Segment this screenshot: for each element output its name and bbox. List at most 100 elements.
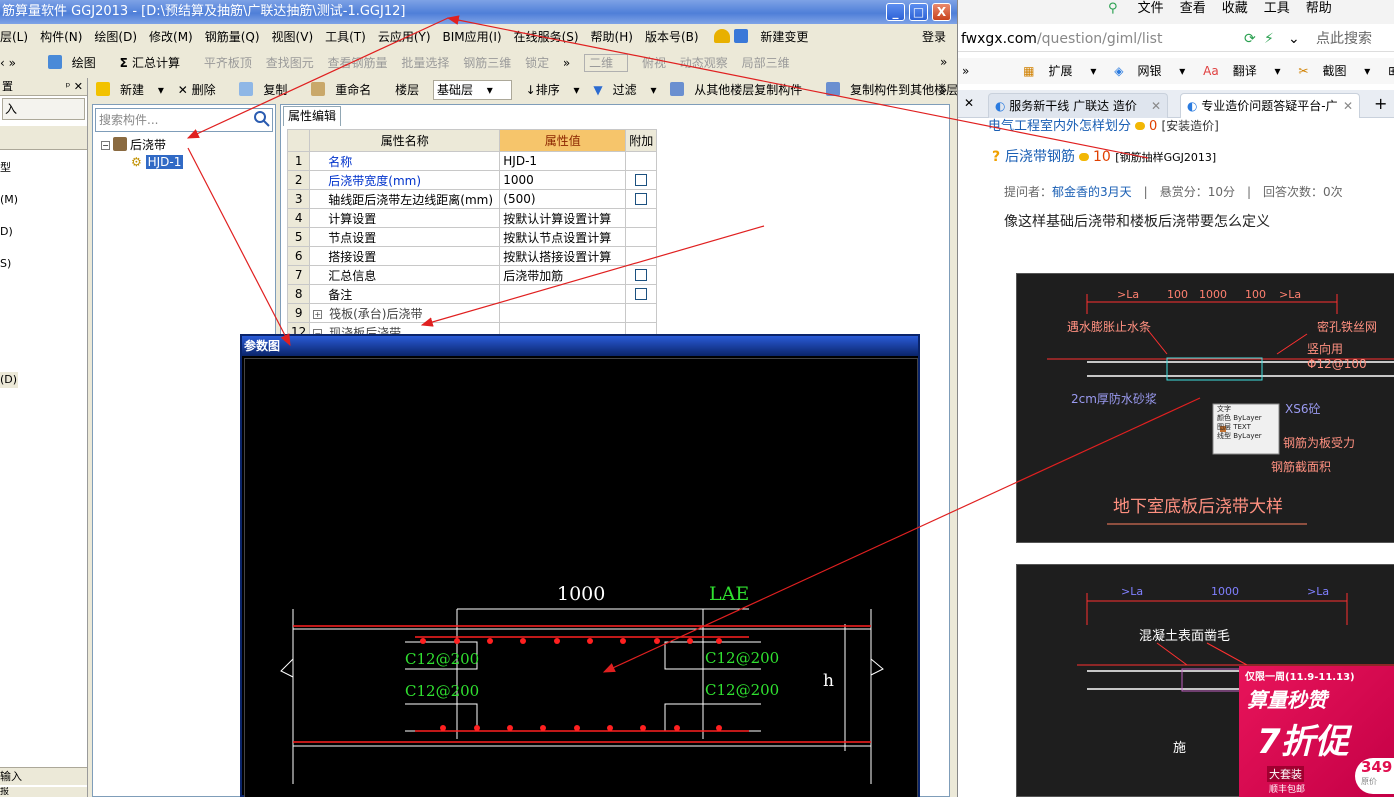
sidebar-toggle-icon[interactable]: » <box>962 64 969 78</box>
dynamic-view-button[interactable]: 动态观察 <box>680 50 728 76</box>
browser-menu-view[interactable]: 查看 <box>1180 1 1206 16</box>
tab-close-icon[interactable]: ✕ <box>964 96 974 110</box>
module-nav-bottom-input[interactable]: 输入 <box>0 767 87 785</box>
app-title-bar[interactable]: 筋算量软件 GGJ2013 - [D:\预结算及抽筋\广联达抽筋\测试-1.GG… <box>0 0 957 24</box>
new-tab-icon[interactable]: + <box>1374 94 1387 113</box>
module-nav-item[interactable]: S) <box>0 248 87 280</box>
maximize-button[interactable]: □ <box>909 3 928 21</box>
expand-icon[interactable]: + <box>313 309 323 319</box>
menu-cloud[interactable]: 云应用(Y) <box>378 26 431 48</box>
tab-property-edit[interactable]: 属性编辑 <box>283 106 342 126</box>
batch-select-button[interactable]: 批量选择 <box>401 50 449 76</box>
menu-view[interactable]: 视图(V) <box>272 26 314 48</box>
extra-checkbox[interactable] <box>635 288 648 300</box>
copy-to-floor-button[interactable]: 复制构件到其他楼层 <box>826 77 957 103</box>
refresh-icon[interactable]: ⟳ <box>1244 26 1256 52</box>
promo-banner[interactable]: 仅限一周(11.9-11.13) 算量秒赞 7折促 大套装 顺丰包邮 349 原… <box>1239 666 1394 797</box>
user-icon[interactable]: ⚲ <box>1108 1 1118 16</box>
module-nav-item-selected[interactable]: (D) <box>0 372 18 388</box>
question-link[interactable]: ? 后浇带钢筋 10 [钢筋抽样GGJ2013] <box>992 147 1216 167</box>
delete-button[interactable]: ✕ 删除 <box>178 77 226 103</box>
browser-menu-favorites[interactable]: 收藏 <box>1222 1 1248 16</box>
property-row[interactable]: 9 + 筏板(承台)后浇带 <box>286 303 658 323</box>
module-nav-item[interactable]: 型 <box>0 152 87 184</box>
prop-value[interactable]: 按默认计算设置计算 <box>499 208 627 228</box>
bank-button[interactable]: ◈ 网银 ▾ <box>1114 64 1185 78</box>
games-button[interactable]: ⊞游戏 ▾ <box>1388 64 1394 78</box>
minimize-button[interactable]: _ <box>886 3 905 21</box>
property-row[interactable]: 1 名称 HJD-1 <box>286 151 658 171</box>
view-mode-select[interactable]: 二维 <box>584 54 629 72</box>
module-nav-bottom-report[interactable]: 报 <box>0 787 87 797</box>
tree-node-post-cast-strip[interactable]: − 后浇带 <box>101 137 183 154</box>
menu-help[interactable]: 帮助(H) <box>591 26 633 48</box>
find-element-button[interactable]: 查找图元 <box>266 50 314 76</box>
menu-modify[interactable]: 修改(M) <box>149 26 193 48</box>
tree-node-hjd1[interactable]: ⚙ HJD-1 <box>101 154 184 171</box>
helmet-icon[interactable] <box>714 29 731 43</box>
sum-button[interactable]: Σ 汇总计算 <box>120 50 190 76</box>
asker-link[interactable]: 郁金香的3月天 <box>1052 185 1132 199</box>
search-hint[interactable]: 点此搜索 <box>1316 26 1372 52</box>
property-row[interactable]: 2 后浇带宽度(mm) 1000 <box>286 170 658 190</box>
browser-menu-file[interactable]: 文件 <box>1138 1 1164 16</box>
login-link[interactable]: 登录 <box>922 26 946 48</box>
browser-tab-active[interactable]: ◐ 专业造价问题答疑平台-广 ✕ <box>1180 93 1360 118</box>
menu-version[interactable]: 版本号(B) <box>645 26 699 48</box>
extra-checkbox[interactable] <box>635 269 648 281</box>
browser-menu-help[interactable]: 帮助 <box>1306 1 1332 16</box>
param-dialog-title[interactable]: 参数图 <box>242 336 918 356</box>
extensions-button[interactable]: ▦ 扩展 ▾ <box>1023 64 1096 78</box>
copy-button[interactable]: 复制 <box>239 77 297 103</box>
tab-close-icon[interactable]: ✕ <box>1151 94 1161 118</box>
cad-image-basement-strip[interactable]: >La 100 1000 100 >La 遇水膨胀止水条 密孔铁丝网 竖向用Φ1… <box>1016 273 1394 543</box>
top-view-button[interactable]: 俯视 <box>642 50 666 76</box>
prop-value[interactable]: 按默认节点设置计算 <box>499 227 627 247</box>
lock-button[interactable]: 锁定 <box>525 50 549 76</box>
extra-checkbox[interactable] <box>635 193 648 205</box>
module-nav-item[interactable]: D) <box>0 216 87 248</box>
copy-from-floor-button[interactable]: 从其他楼层复制构件 <box>670 77 812 103</box>
close-button[interactable]: X <box>932 3 951 21</box>
menu-online[interactable]: 在线服务(S) <box>514 26 579 48</box>
pin-close-icons[interactable]: ᵖ ✕ <box>66 78 83 96</box>
menu-component[interactable]: 构件(N) <box>40 26 82 48</box>
prop-value[interactable]: (500) <box>499 189 627 209</box>
chevron-down-icon[interactable]: ⌄ <box>1288 26 1300 52</box>
menu-tools[interactable]: 工具(T) <box>325 26 366 48</box>
toolbar1-overflow-icon[interactable]: » <box>940 52 947 72</box>
prop-value[interactable] <box>499 284 627 304</box>
extra-checkbox[interactable] <box>635 174 648 186</box>
browser-menu-tools[interactable]: 工具 <box>1264 1 1290 16</box>
property-row[interactable]: 6 搭接设置 按默认搭接设置计算 <box>286 246 658 266</box>
view-rebar-button[interactable]: 查看钢筋量 <box>328 50 388 76</box>
new-change-button[interactable]: 新建变更 <box>734 26 820 48</box>
property-row[interactable]: 8 备注 <box>286 284 658 304</box>
property-row[interactable]: 3 轴线距后浇带左边线距离(mm) (500) <box>286 189 658 209</box>
property-row[interactable]: 7 汇总信息 后浇带加筋 <box>286 265 658 285</box>
toolbar-chevron2-icon[interactable]: » <box>563 50 570 76</box>
module-nav-input-button[interactable]: 入 <box>2 98 85 120</box>
property-row[interactable]: 4 计算设置 按默认计算设置计算 <box>286 208 658 228</box>
component-search-input[interactable]: 搜索构件... <box>95 108 273 132</box>
menu-floor[interactable]: 层(L) <box>0 26 28 48</box>
property-row[interactable]: 5 节点设置 按默认节点设置计算 <box>286 227 658 247</box>
address-bar[interactable]: fwxgx.com/question/giml/list ⟳ ⚡ ⌄ 点此搜索 <box>958 26 1394 52</box>
floor-select[interactable]: 基础层 ▾ <box>432 80 512 100</box>
module-nav-item[interactable]: (M) <box>0 184 87 216</box>
prop-value[interactable]: 1000 <box>499 170 627 190</box>
browser-tab[interactable]: ◐ 服务新干线 广联达 造价 ✕ <box>988 93 1168 118</box>
toolbar2-overflow-icon[interactable]: » <box>940 80 947 100</box>
search-icon[interactable] <box>253 110 271 128</box>
menu-rebar[interactable]: 钢筋量(Q) <box>205 26 260 48</box>
collapse-icon[interactable]: − <box>101 141 110 150</box>
new-button[interactable]: 新建 ▾ <box>96 77 164 103</box>
prev-question-link[interactable]: 电气工程室内外怎样划分 0 [安装造价] <box>988 116 1219 136</box>
rename-button[interactable]: 重命名 <box>311 77 381 103</box>
prop-value[interactable]: HJD-1 <box>499 151 627 171</box>
lightning-icon[interactable]: ⚡ <box>1264 26 1274 52</box>
sort-button[interactable]: ↓排序 ▾ <box>526 77 580 103</box>
menu-draw[interactable]: 绘图(D) <box>94 26 137 48</box>
prop-value[interactable]: 按默认搭接设置计算 <box>499 246 627 266</box>
prop-value[interactable]: 后浇带加筋 <box>499 265 627 285</box>
